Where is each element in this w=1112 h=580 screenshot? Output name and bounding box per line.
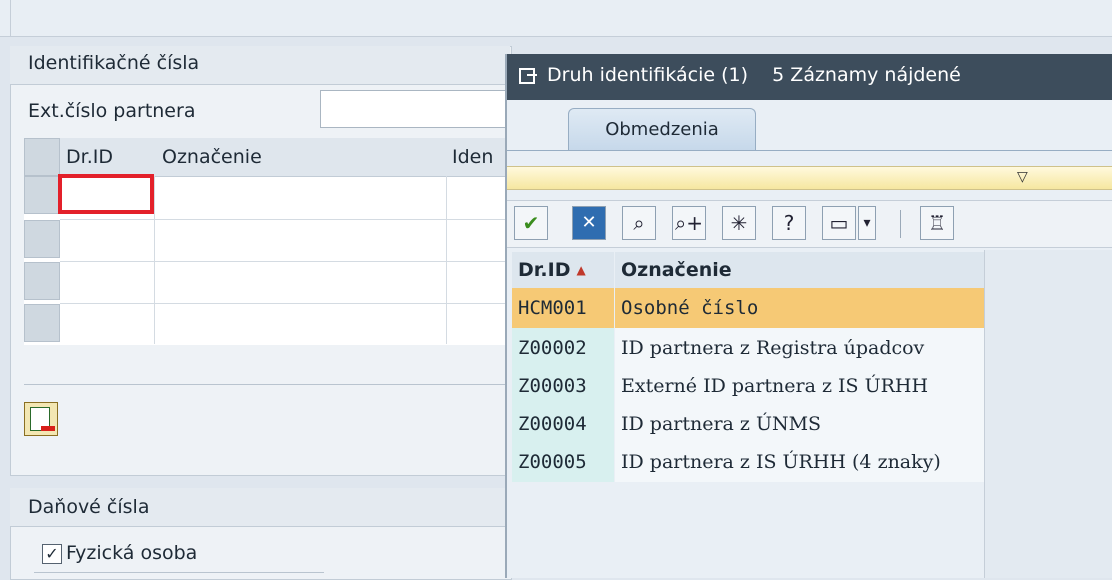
sort-ascending-icon: ▲ <box>576 263 586 277</box>
natural-person-label: Fyzická osoba <box>66 542 198 564</box>
col-header-drid[interactable]: Dr.ID ▲ <box>512 252 614 288</box>
select-all-cell[interactable] <box>24 138 60 176</box>
result-row[interactable]: Z00002 ID partnera z Registra úpadcov <box>512 328 984 368</box>
row-id: Z00002 <box>512 328 614 368</box>
window-icon <box>519 68 537 84</box>
help-icon[interactable]: ? <box>772 206 806 240</box>
delete-row-icon[interactable] <box>24 402 58 436</box>
row-divider <box>60 303 510 304</box>
result-row[interactable]: Z00004 ID partnera z ÚNMS <box>512 404 984 444</box>
popup-title-bar: Druh identifikácie (1) 5 Záznamy nájdené <box>507 54 1112 100</box>
group-title: Identifikačné čísla <box>28 52 200 74</box>
top-strip <box>0 0 1112 37</box>
col-divider <box>446 176 447 344</box>
tab-restrictions[interactable]: Obmedzenia <box>568 108 756 151</box>
col-header-drid[interactable]: Dr.ID <box>66 146 113 168</box>
print-icon[interactable]: ▭ <box>822 206 856 240</box>
row-label: Osobné číslo <box>615 288 984 328</box>
find-next-icon[interactable]: ⌕+ <box>672 206 706 240</box>
col-header-oznacenie[interactable]: Označenie <box>162 146 262 168</box>
row-label: ID partnera z Registra úpadcov <box>615 328 984 368</box>
popup-title: Druh identifikácie (1) 5 Záznamy nájdené <box>547 64 961 86</box>
col-header-oznacenie[interactable]: Označenie <box>615 252 984 288</box>
row-id: HCM001 <box>512 288 614 328</box>
new-entry-icon[interactable]: ✳ <box>722 206 756 240</box>
row-selector[interactable] <box>24 304 60 342</box>
tax-group-title: Daňové čísla <box>28 496 150 518</box>
row-divider <box>60 261 510 262</box>
dropdown-icon[interactable]: ▾ <box>858 206 876 240</box>
ext-partner-label: Ext.číslo partnera <box>28 100 196 122</box>
col-header-iden[interactable]: Iden <box>452 146 493 168</box>
row-id: Z00004 <box>512 404 614 444</box>
row-divider <box>60 219 510 220</box>
find-icon[interactable]: ⌕ <box>622 206 656 240</box>
filter-icon[interactable]: ♖ <box>920 206 954 240</box>
separator <box>34 572 324 573</box>
triangle-down-icon[interactable]: ▽ <box>1017 169 1028 185</box>
row-label: Externé ID partnera z IS ÚRHH <box>615 366 984 406</box>
cancel-icon[interactable]: ✕ <box>572 206 606 240</box>
ext-partner-input[interactable] <box>320 90 507 128</box>
row-id: Z00003 <box>512 366 614 406</box>
row-id: Z00005 <box>512 442 614 482</box>
drid-cell-highlight[interactable] <box>58 174 154 214</box>
check-icon[interactable]: ✔ <box>514 206 548 240</box>
separator <box>24 384 510 385</box>
row-label: ID partnera z IS ÚRHH (4 znaky) <box>615 442 984 482</box>
popup-empty-area <box>984 250 1112 578</box>
result-row[interactable]: Z00005 ID partnera z IS ÚRHH (4 znaky) <box>512 442 984 482</box>
row-selector[interactable] <box>24 262 60 300</box>
toolbar-separator <box>900 210 901 238</box>
col-divider <box>154 176 155 344</box>
tab-underline <box>507 150 1112 151</box>
natural-person-checkbox[interactable]: ✓ <box>42 544 62 564</box>
result-row[interactable]: HCM001 Osobné číslo <box>512 288 984 328</box>
row-selector[interactable] <box>24 176 60 214</box>
row-label: ID partnera z ÚNMS <box>615 404 984 444</box>
row-selector[interactable] <box>24 220 60 258</box>
restrictions-collapse-bar[interactable]: ▽ <box>507 166 1112 190</box>
result-row[interactable]: Z00003 Externé ID partnera z IS ÚRHH <box>512 366 984 406</box>
